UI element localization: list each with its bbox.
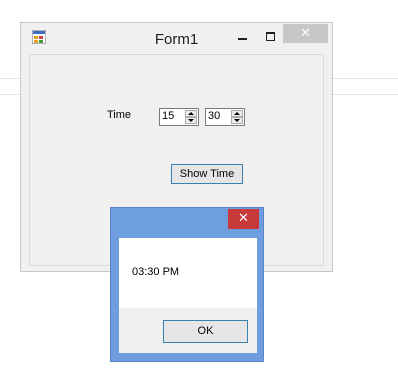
- message-box-body: 03:30 PM: [119, 238, 257, 308]
- message-text: 03:30 PM: [132, 266, 180, 278]
- minute-spin-buttons: [231, 110, 243, 124]
- time-label: Time: [107, 109, 132, 121]
- hour-stepper[interactable]: 15: [159, 108, 199, 126]
- arrow-down-icon: [188, 119, 194, 122]
- minimize-icon: [238, 38, 247, 40]
- hour-down-button[interactable]: [185, 117, 197, 124]
- hour-up-button[interactable]: [185, 110, 197, 117]
- ok-button[interactable]: OK: [163, 320, 248, 343]
- minute-stepper[interactable]: 30: [205, 108, 245, 126]
- hour-spin-buttons: [185, 110, 197, 124]
- message-box-footer: OK: [119, 308, 257, 353]
- arrow-up-icon: [188, 112, 194, 115]
- arrow-down-icon: [234, 119, 240, 122]
- close-icon: ✕: [238, 210, 249, 225]
- minute-down-button[interactable]: [231, 117, 243, 124]
- hour-value[interactable]: 15: [162, 110, 174, 122]
- maximize-icon: [266, 32, 275, 41]
- minute-value[interactable]: 30: [208, 110, 220, 122]
- title-bar[interactable]: Form1 ✕: [21, 23, 332, 53]
- minimize-button[interactable]: [230, 29, 256, 47]
- show-time-button[interactable]: Show Time: [171, 164, 243, 184]
- message-box-close-button[interactable]: ✕: [228, 209, 259, 229]
- message-box: ✕ 03:30 PM OK: [110, 207, 264, 362]
- close-icon: ✕: [300, 25, 311, 40]
- maximize-button[interactable]: [258, 29, 284, 47]
- close-button[interactable]: ✕: [283, 24, 328, 43]
- arrow-up-icon: [234, 112, 240, 115]
- minute-up-button[interactable]: [231, 110, 243, 117]
